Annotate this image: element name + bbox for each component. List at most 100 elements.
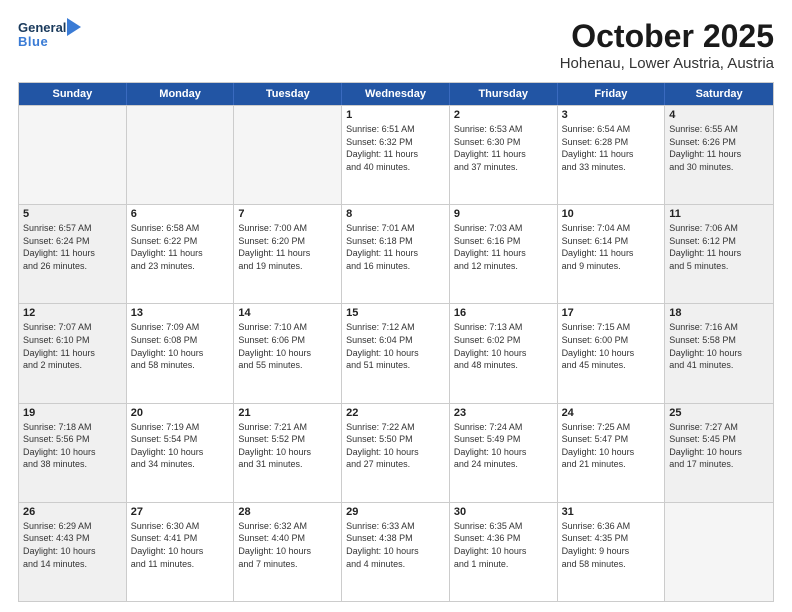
cell-info: Sunrise: 7:03 AMSunset: 6:16 PMDaylight:…: [454, 222, 553, 272]
day-cell-7: 7 Sunrise: 7:00 AMSunset: 6:20 PMDaylight…: [234, 205, 342, 303]
day-cell-4: 4 Sunrise: 6:55 AMSunset: 6:26 PMDaylight…: [665, 106, 773, 204]
day-number: 30: [454, 506, 553, 518]
day-number: 6: [131, 208, 230, 220]
cell-info: Sunrise: 7:25 AMSunset: 5:47 PMDaylight:…: [562, 421, 661, 471]
day-cell-29: 29Sunrise: 6:33 AMSunset: 4:38 PMDayligh…: [342, 503, 450, 601]
day-number: 25: [669, 407, 769, 419]
day-number: 24: [562, 407, 661, 419]
day-cell-31: 31 Sunrise: 6:36 AMSunset: 4:35 PMDayligh…: [558, 503, 666, 601]
cell-info: Sunrise: 6:33 AMSunset: 4:38 PMDaylight:…: [346, 520, 445, 570]
calendar-subtitle: Hohenau, Lower Austria, Austria: [560, 55, 774, 72]
day-number: 16: [454, 307, 553, 319]
day-number: 22: [346, 407, 445, 419]
day-header-monday: Monday: [127, 83, 235, 105]
day-cell-26: 26 Sunrise: 6:29 AMSunset: 4:43 PMDayligh…: [19, 503, 127, 601]
day-cell-13: 13Sunrise: 7:09 AMSunset: 6:08 PMDayligh…: [127, 304, 235, 402]
day-number: 17: [562, 307, 661, 319]
day-cell-25: 25 Sunrise: 7:27 AMSunset: 5:45 PMDayligh…: [665, 404, 773, 502]
day-number: 20: [131, 407, 230, 419]
cell-info: Sunrise: 6:53 AMSunset: 6:30 PMDaylight:…: [454, 123, 553, 173]
day-cell-30: 30 Sunrise: 6:35 AMSunset: 4:36 PMDayligh…: [450, 503, 558, 601]
day-cell-3: 3 Sunrise: 6:54 AMSunset: 6:28 PMDaylight…: [558, 106, 666, 204]
day-cell-10: 10 Sunrise: 7:04 AMSunset: 6:14 PMDayligh…: [558, 205, 666, 303]
day-header-tuesday: Tuesday: [234, 83, 342, 105]
cell-info: Sunrise: 7:13 AMSunset: 6:02 PMDaylight:…: [454, 321, 553, 371]
cell-info: Sunrise: 6:57 AMSunset: 6:24 PMDaylight:…: [23, 222, 122, 272]
week-row-3: 19Sunrise: 7:18 AMSunset: 5:56 PMDayligh…: [19, 403, 773, 502]
cell-info: Sunrise: 7:22 AMSunset: 5:50 PMDaylight:…: [346, 421, 445, 471]
empty-cell-0-0: [19, 106, 127, 204]
day-header-sunday: Sunday: [19, 83, 127, 105]
day-cell-14: 14Sunrise: 7:10 AMSunset: 6:06 PMDayligh…: [234, 304, 342, 402]
cell-info: Sunrise: 7:07 AMSunset: 6:10 PMDaylight:…: [23, 321, 122, 371]
calendar-page: General Blue October 2025 Hohenau, Lower…: [0, 0, 792, 612]
day-number: 4: [669, 109, 769, 121]
day-number: 28: [238, 506, 337, 518]
cell-info: Sunrise: 7:21 AMSunset: 5:52 PMDaylight:…: [238, 421, 337, 471]
cell-info: Sunrise: 7:27 AMSunset: 5:45 PMDaylight:…: [669, 421, 769, 471]
cell-info: Sunrise: 7:00 AMSunset: 6:20 PMDaylight:…: [238, 222, 337, 272]
cell-info: Sunrise: 7:01 AMSunset: 6:18 PMDaylight:…: [346, 222, 445, 272]
cell-info: Sunrise: 7:16 AMSunset: 5:58 PMDaylight:…: [669, 321, 769, 371]
day-cell-2: 2 Sunrise: 6:53 AMSunset: 6:30 PMDaylight…: [450, 106, 558, 204]
empty-cell-0-2: [234, 106, 342, 204]
day-header-wednesday: Wednesday: [342, 83, 450, 105]
calendar-header: SundayMondayTuesdayWednesdayThursdayFrid…: [19, 83, 773, 105]
cell-info: Sunrise: 7:24 AMSunset: 5:49 PMDaylight:…: [454, 421, 553, 471]
cell-info: Sunrise: 6:35 AMSunset: 4:36 PMDaylight:…: [454, 520, 553, 570]
day-header-thursday: Thursday: [450, 83, 558, 105]
logo: General Blue: [18, 18, 81, 49]
cell-info: Sunrise: 6:54 AMSunset: 6:28 PMDaylight:…: [562, 123, 661, 173]
day-cell-15: 15Sunrise: 7:12 AMSunset: 6:04 PMDayligh…: [342, 304, 450, 402]
day-number: 11: [669, 208, 769, 220]
day-number: 27: [131, 506, 230, 518]
day-number: 7: [238, 208, 337, 220]
day-number: 21: [238, 407, 337, 419]
day-cell-17: 17Sunrise: 7:15 AMSunset: 6:00 PMDayligh…: [558, 304, 666, 402]
cell-info: Sunrise: 6:55 AMSunset: 6:26 PMDaylight:…: [669, 123, 769, 173]
day-number: 18: [669, 307, 769, 319]
day-cell-27: 27 Sunrise: 6:30 AMSunset: 4:41 PMDayligh…: [127, 503, 235, 601]
day-number: 3: [562, 109, 661, 121]
week-row-2: 12 Sunrise: 7:07 AMSunset: 6:10 PMDayligh…: [19, 303, 773, 402]
week-row-1: 5 Sunrise: 6:57 AMSunset: 6:24 PMDaylight…: [19, 204, 773, 303]
week-row-0: 1Sunrise: 6:51 AMSunset: 6:32 PMDaylight…: [19, 105, 773, 204]
day-cell-21: 21 Sunrise: 7:21 AMSunset: 5:52 PMDayligh…: [234, 404, 342, 502]
day-number: 1: [346, 109, 445, 121]
day-number: 9: [454, 208, 553, 220]
day-number: 5: [23, 208, 122, 220]
cell-info: Sunrise: 7:18 AMSunset: 5:56 PMDaylight:…: [23, 421, 122, 471]
cell-info: Sunrise: 7:06 AMSunset: 6:12 PMDaylight:…: [669, 222, 769, 272]
header: General Blue October 2025 Hohenau, Lower…: [18, 18, 774, 72]
cell-info: Sunrise: 6:36 AMSunset: 4:35 PMDaylight:…: [562, 520, 661, 570]
day-cell-8: 8 Sunrise: 7:01 AMSunset: 6:18 PMDaylight…: [342, 205, 450, 303]
cell-info: Sunrise: 7:19 AMSunset: 5:54 PMDaylight:…: [131, 421, 230, 471]
day-header-friday: Friday: [558, 83, 666, 105]
day-cell-11: 11 Sunrise: 7:06 AMSunset: 6:12 PMDayligh…: [665, 205, 773, 303]
day-number: 2: [454, 109, 553, 121]
logo-general: General: [18, 20, 66, 35]
day-number: 8: [346, 208, 445, 220]
cell-info: Sunrise: 6:29 AMSunset: 4:43 PMDaylight:…: [23, 520, 122, 570]
cell-info: Sunrise: 7:04 AMSunset: 6:14 PMDaylight:…: [562, 222, 661, 272]
day-cell-1: 1Sunrise: 6:51 AMSunset: 6:32 PMDaylight…: [342, 106, 450, 204]
day-cell-22: 22 Sunrise: 7:22 AMSunset: 5:50 PMDayligh…: [342, 404, 450, 502]
logo-blue: Blue: [18, 34, 48, 49]
day-cell-20: 20 Sunrise: 7:19 AMSunset: 5:54 PMDayligh…: [127, 404, 235, 502]
day-number: 12: [23, 307, 122, 319]
day-cell-9: 9 Sunrise: 7:03 AMSunset: 6:16 PMDaylight…: [450, 205, 558, 303]
week-row-4: 26 Sunrise: 6:29 AMSunset: 4:43 PMDayligh…: [19, 502, 773, 601]
day-cell-24: 24 Sunrise: 7:25 AMSunset: 5:47 PMDayligh…: [558, 404, 666, 502]
cell-info: Sunrise: 7:09 AMSunset: 6:08 PMDaylight:…: [131, 321, 230, 371]
day-cell-19: 19Sunrise: 7:18 AMSunset: 5:56 PMDayligh…: [19, 404, 127, 502]
day-number: 23: [454, 407, 553, 419]
day-number: 26: [23, 506, 122, 518]
day-number: 10: [562, 208, 661, 220]
cell-info: Sunrise: 6:30 AMSunset: 4:41 PMDaylight:…: [131, 520, 230, 570]
day-number: 14: [238, 307, 337, 319]
day-header-saturday: Saturday: [665, 83, 773, 105]
day-cell-12: 12 Sunrise: 7:07 AMSunset: 6:10 PMDayligh…: [19, 304, 127, 402]
day-number: 31: [562, 506, 661, 518]
calendar-title: October 2025: [560, 18, 774, 55]
empty-cell-4-6: [665, 503, 773, 601]
